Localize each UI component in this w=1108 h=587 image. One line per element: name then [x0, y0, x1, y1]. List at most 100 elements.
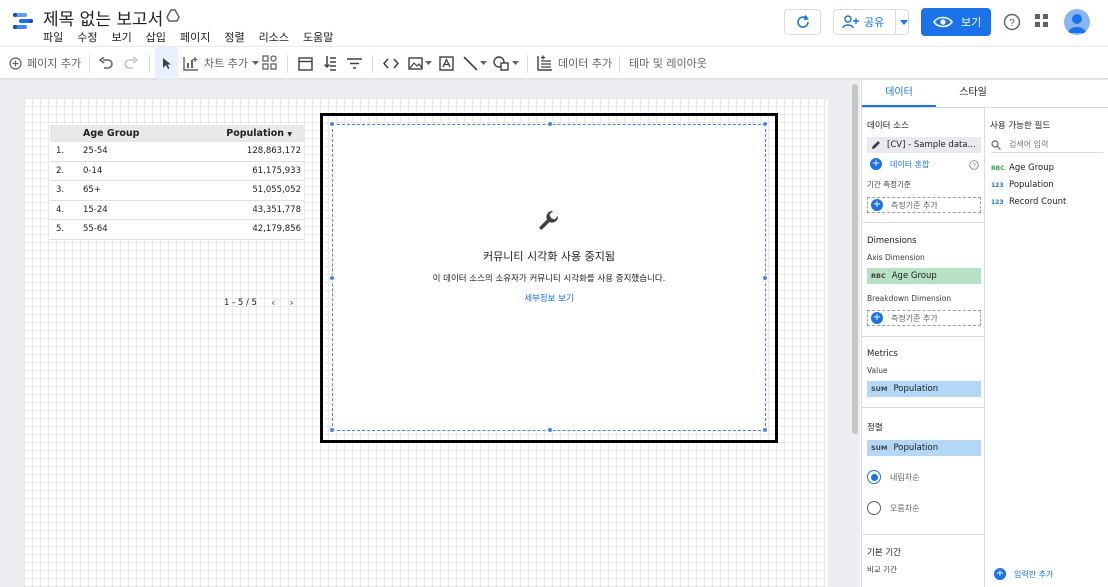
chevron-right-icon[interactable]: ›: [289, 296, 293, 309]
text-type-icon: RBC: [991, 164, 1005, 172]
toolbar-divider: [619, 55, 620, 73]
add-date-dimension-button[interactable]: + 측정기준 추가: [867, 197, 981, 213]
sort-descending-label: 내림차순: [890, 472, 920, 482]
toolbar: 페이지 추가 차트 추가 데이터 추가 테마 및 레이아웃: [0, 46, 1108, 79]
selection-frame[interactable]: 커뮤니티 시각화 사용 중지됨 이 데이터 소스의 소유자가 커뮤니티 시각화를…: [329, 121, 768, 433]
theme-layout-button[interactable]: 테마 및 레이아웃: [629, 47, 707, 79]
canvas-scrollbar[interactable]: [852, 84, 858, 434]
calendar-icon: [298, 56, 313, 71]
select-tool-button[interactable]: [155, 47, 178, 79]
text-box-button[interactable]: [439, 47, 454, 79]
field-record-count[interactable]: 123 Record Count: [991, 197, 1066, 207]
search-icon: [991, 139, 1001, 150]
section-divider: [862, 222, 985, 223]
plus-icon: +: [870, 158, 882, 170]
data-control-button[interactable]: [324, 47, 337, 79]
shape-button[interactable]: [493, 47, 519, 79]
sort-ascending-radio[interactable]: 오름차순: [867, 501, 919, 515]
axis-dimension-title: Axis Dimension: [867, 253, 925, 262]
menu-view[interactable]: 보기: [112, 29, 132, 45]
menu-page[interactable]: 페이지: [180, 29, 210, 45]
add-breakdown-dimension-button[interactable]: + 측정기준 추가: [867, 310, 981, 326]
help-icon[interactable]: ?: [969, 160, 979, 170]
add-person-icon: [842, 15, 859, 29]
table-row: 2. 0-14 61,175,933: [50, 162, 304, 181]
sort-descending-radio[interactable]: 내림차순: [867, 470, 919, 484]
pencil-icon[interactable]: [871, 140, 881, 150]
data-source-chip[interactable]: [CV] - Sample data...: [867, 137, 981, 153]
help-icon[interactable]: ?: [1003, 13, 1021, 31]
table-header: Age Group Population ▼: [50, 125, 304, 142]
person-icon: [1068, 14, 1086, 33]
share-button[interactable]: 공유: [833, 9, 909, 35]
menu-edit[interactable]: 수정: [77, 29, 97, 45]
report-page[interactable]: Age Group Population ▼ 1. 25-54 128,863,17…: [24, 98, 828, 587]
add-chart-button[interactable]: 차트 추가: [183, 47, 259, 79]
view-button[interactable]: 보기: [921, 8, 991, 36]
table-row: 5. 55-64 42,179,856: [50, 220, 304, 240]
menu-file[interactable]: 파일: [43, 29, 63, 45]
add-data-icon: [537, 55, 552, 71]
available-fields-title: 사용 가능한 필드: [990, 121, 1051, 131]
resize-handle[interactable]: [329, 427, 335, 433]
field-population[interactable]: 123 Population: [991, 180, 1054, 190]
column-header-population[interactable]: Population ▼: [226, 128, 292, 139]
metric-chip[interactable]: SUM Population: [867, 381, 981, 397]
report-title[interactable]: 제목 없는 보고서: [43, 5, 163, 30]
redo-button[interactable]: [124, 47, 138, 79]
axis-dimension-chip[interactable]: RBC Age Group: [867, 268, 981, 284]
data-source-title: 데이터 소스: [867, 121, 909, 131]
resize-handle[interactable]: [329, 121, 335, 127]
sort-metric-chip[interactable]: SUM Population: [867, 440, 981, 456]
sum-aggregation-icon[interactable]: SUM: [871, 444, 887, 452]
date-range-button[interactable]: [298, 47, 313, 79]
dimensions-title: Dimensions: [867, 236, 917, 246]
resize-handle[interactable]: [547, 121, 553, 127]
add-control-button[interactable]: [262, 47, 278, 79]
value-title: Value: [867, 366, 888, 375]
disabled-description: 이 데이터 소스의 소유자가 커뮤니티 시각화를 사용 중지했습니다.: [432, 274, 666, 284]
add-dimension-label: 측정기준 추가: [891, 200, 938, 210]
user-avatar[interactable]: [1064, 9, 1090, 35]
resize-handle[interactable]: [762, 427, 768, 433]
menu-arrange[interactable]: 정렬: [224, 29, 244, 45]
field-search[interactable]: [991, 137, 1103, 153]
tab-data[interactable]: 데이터: [862, 80, 936, 107]
svg-text:?: ?: [1009, 18, 1015, 29]
refresh-icon: [796, 15, 809, 28]
share-dropdown-icon[interactable]: [900, 20, 908, 25]
resize-handle[interactable]: [547, 427, 553, 433]
menu-insert[interactable]: 삽입: [146, 29, 166, 45]
drive-icon[interactable]: [166, 9, 180, 23]
community-visualization-chart[interactable]: 커뮤니티 시각화 사용 중지됨 이 데이터 소스의 소유자가 커뮤니티 시각화를…: [320, 113, 778, 443]
blend-data-button[interactable]: + 데이터 혼합: [867, 158, 929, 170]
undo-button[interactable]: [99, 47, 113, 79]
table-chart[interactable]: Age Group Population ▼ 1. 25-54 128,863,17…: [50, 125, 304, 240]
apps-grid-icon[interactable]: [1035, 14, 1049, 28]
sum-aggregation-icon[interactable]: SUM: [871, 385, 887, 393]
menu-bar: 파일 수정 보기 삽입 페이지 정렬 리소스 도움말: [43, 29, 347, 45]
menu-resource[interactable]: 리소스: [259, 29, 289, 45]
resize-handle[interactable]: [762, 121, 768, 127]
embed-url-button[interactable]: [383, 47, 399, 79]
column-header-age-group[interactable]: Age Group: [83, 128, 203, 139]
image-button[interactable]: [408, 47, 432, 79]
tab-style[interactable]: 스타일: [936, 80, 1010, 107]
add-page-button[interactable]: 페이지 추가: [9, 47, 81, 79]
section-divider: [862, 534, 985, 535]
chart-icon: [183, 56, 198, 71]
add-field-button[interactable]: + 입력란 추가: [991, 568, 1053, 580]
add-data-button[interactable]: 데이터 추가: [537, 47, 612, 79]
chevron-left-icon[interactable]: ‹: [271, 296, 275, 309]
radio-unselected-icon: [867, 501, 881, 515]
menu-help[interactable]: 도움말: [303, 29, 333, 45]
toolbar-divider: [287, 55, 288, 73]
line-button[interactable]: [463, 47, 487, 79]
field-search-input[interactable]: [1009, 140, 1099, 149]
section-divider: [862, 407, 985, 408]
properties-panel: 데이터 스타일 데이터 소스 [CV] - Sample data... + 데…: [861, 80, 1108, 587]
field-age-group[interactable]: RBC Age Group: [991, 163, 1054, 173]
details-link[interactable]: 세부정보 보기: [333, 292, 765, 304]
refresh-button[interactable]: [784, 9, 821, 35]
filter-control-button[interactable]: [347, 47, 362, 79]
